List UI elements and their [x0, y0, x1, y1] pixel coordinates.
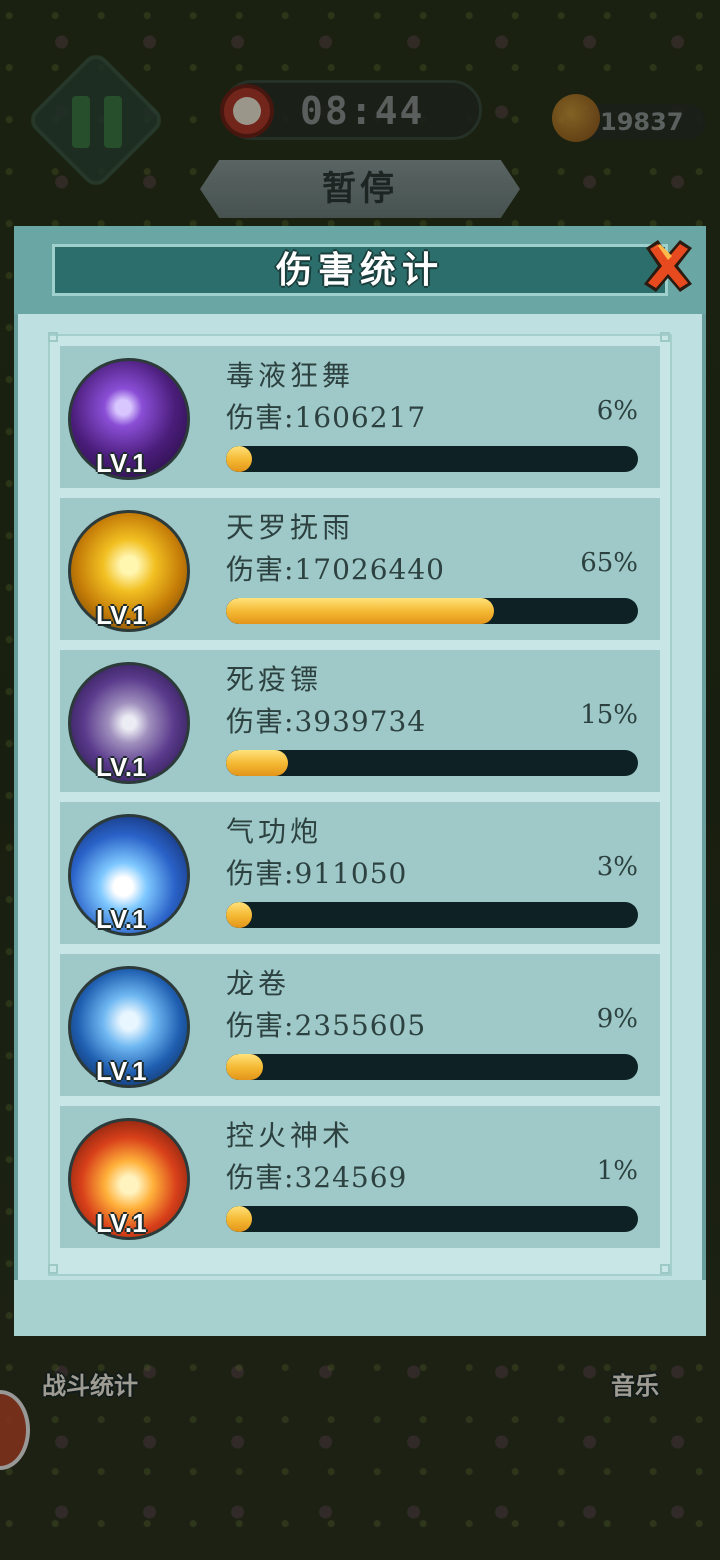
skill-name: 控火神术 [226, 1119, 355, 1152]
damage-bar-fill [226, 446, 252, 472]
skill-level: LV.1 [96, 1208, 147, 1238]
damage-text: 伤害:324569 [226, 1161, 408, 1194]
skill-row: LV.1 气功炮 伤害:911050 3% [60, 802, 660, 944]
damage-percent: 6% [596, 396, 638, 426]
damage-bar [226, 446, 638, 472]
skill-level: LV.1 [96, 600, 147, 630]
damage-text: 伤害:3939734 [226, 705, 427, 738]
skill-row: LV.1 控火神术 伤害:324569 1% [60, 1106, 660, 1248]
close-icon [644, 240, 692, 292]
skill-row: LV.1 死疫镖 伤害:3939734 15% [60, 650, 660, 792]
damage-percent: 3% [596, 852, 638, 882]
damage-bar-fill [226, 1054, 263, 1080]
skill-name: 死疫镖 [226, 663, 323, 696]
skill-level: LV.1 [96, 752, 147, 782]
damage-bar [226, 598, 638, 624]
damage-bar-fill [226, 750, 288, 776]
damage-text: 伤害:1606217 [226, 401, 427, 434]
panel-title: 伤害统计 [275, 249, 444, 291]
frame-corner [660, 332, 670, 342]
damage-percent: 1% [596, 1156, 638, 1186]
skill-name: 龙卷 [226, 967, 291, 1000]
skill-name: 天罗抚雨 [226, 511, 355, 544]
damage-percent: 15% [580, 700, 638, 730]
damage-bar [226, 902, 638, 928]
skill-row: LV.1 天罗抚雨 伤害:17026440 65% [60, 498, 660, 640]
damage-bar [226, 1054, 638, 1080]
frame-corner [48, 1264, 58, 1274]
skill-name: 气功炮 [226, 815, 323, 848]
damage-bar [226, 1206, 638, 1232]
frame-corner [48, 332, 58, 342]
damage-bar-fill [226, 1206, 252, 1232]
skill-level: LV.1 [96, 904, 147, 934]
skill-level: LV.1 [96, 1056, 147, 1086]
frame-corner [660, 1264, 670, 1274]
skill-name: 毒液狂舞 [226, 359, 355, 392]
damage-text: 伤害:17026440 [226, 553, 445, 586]
skill-level: LV.1 [96, 448, 147, 478]
damage-bar-fill [226, 598, 494, 624]
damage-text: 伤害:2355605 [226, 1009, 427, 1042]
damage-percent: 9% [596, 1004, 638, 1034]
damage-percent: 65% [580, 548, 638, 578]
skill-row: LV.1 龙卷 伤害:2355605 9% [60, 954, 660, 1096]
close-button[interactable] [638, 236, 698, 296]
skill-row: LV.1 毒液狂舞 伤害:1606217 6% [60, 346, 660, 488]
panel-footer [14, 1280, 706, 1336]
damage-bar [226, 750, 638, 776]
damage-text: 伤害:911050 [226, 857, 408, 890]
damage-bar-fill [226, 902, 252, 928]
